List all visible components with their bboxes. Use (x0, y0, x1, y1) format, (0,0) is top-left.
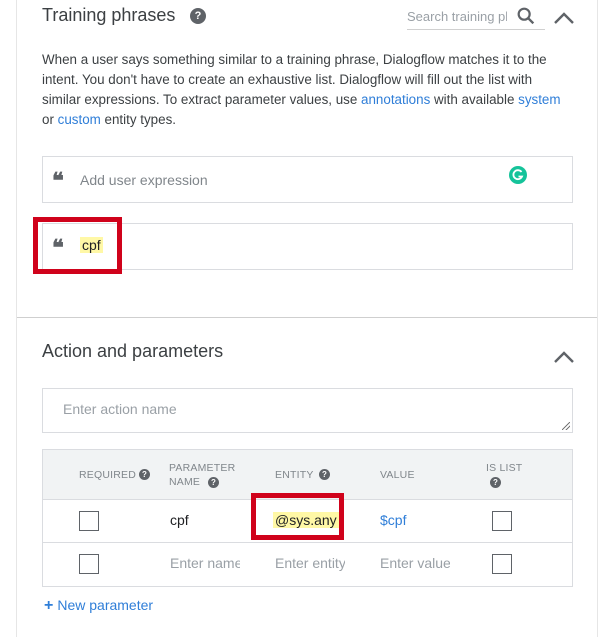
help-icon[interactable]: ? (190, 8, 206, 24)
param-name-input[interactable] (170, 555, 240, 571)
entity-input[interactable] (275, 555, 345, 571)
add-expression-input[interactable] (80, 169, 480, 191)
required-help-icon[interactable]: ? (139, 469, 150, 480)
resize-handle[interactable] (562, 422, 570, 430)
is-list-help-icon[interactable]: ? (490, 477, 501, 488)
search-input[interactable] (407, 5, 507, 27)
required-checkbox[interactable] (79, 511, 99, 531)
add-expression-box: ❝ (42, 156, 573, 203)
annotations-link[interactable]: annotations (361, 92, 430, 107)
custom-link[interactable]: custom (58, 112, 101, 127)
section-divider (17, 317, 597, 318)
param-name-help-icon[interactable]: ? (208, 477, 219, 488)
training-description: When a user says something similar to a … (42, 52, 561, 127)
value-cell[interactable]: $cpf (380, 512, 406, 528)
entity-header: ENTITY (275, 469, 314, 481)
action-name-input[interactable] (63, 401, 513, 417)
plus-icon: + (44, 597, 54, 614)
collapse-action-chevron-up-icon[interactable] (553, 350, 575, 364)
system-link[interactable]: system (518, 92, 560, 107)
collapse-training-chevron-up-icon[interactable] (553, 11, 575, 25)
param-name-header-line1: PARAMETER (169, 462, 236, 474)
is-list-checkbox[interactable] (492, 511, 512, 531)
table-row (43, 543, 572, 586)
new-parameter-button[interactable]: + New parameter (44, 597, 153, 615)
is-list-checkbox[interactable] (492, 554, 512, 574)
entity-help-icon[interactable]: ? (319, 469, 330, 480)
value-header: VALUE (380, 469, 415, 481)
param-name-cell[interactable]: cpf (170, 512, 189, 528)
value-input[interactable] (380, 555, 450, 571)
required-checkbox[interactable] (79, 554, 99, 574)
required-header: REQUIRED (79, 469, 137, 481)
training-search (407, 5, 545, 30)
action-name-field (42, 388, 573, 433)
search-icon[interactable] (515, 5, 537, 27)
param-name-header-line2: NAME (169, 476, 201, 488)
action-parameters-title: Action and parameters (42, 341, 224, 361)
grammarly-icon[interactable] (509, 166, 527, 184)
is-list-header: IS LIST (486, 462, 523, 474)
highlight-box-entity (251, 493, 344, 540)
quote-icon: ❝ (52, 168, 64, 194)
highlight-box-phrase (33, 217, 122, 274)
training-phrases-title: Training phrases (42, 5, 176, 25)
